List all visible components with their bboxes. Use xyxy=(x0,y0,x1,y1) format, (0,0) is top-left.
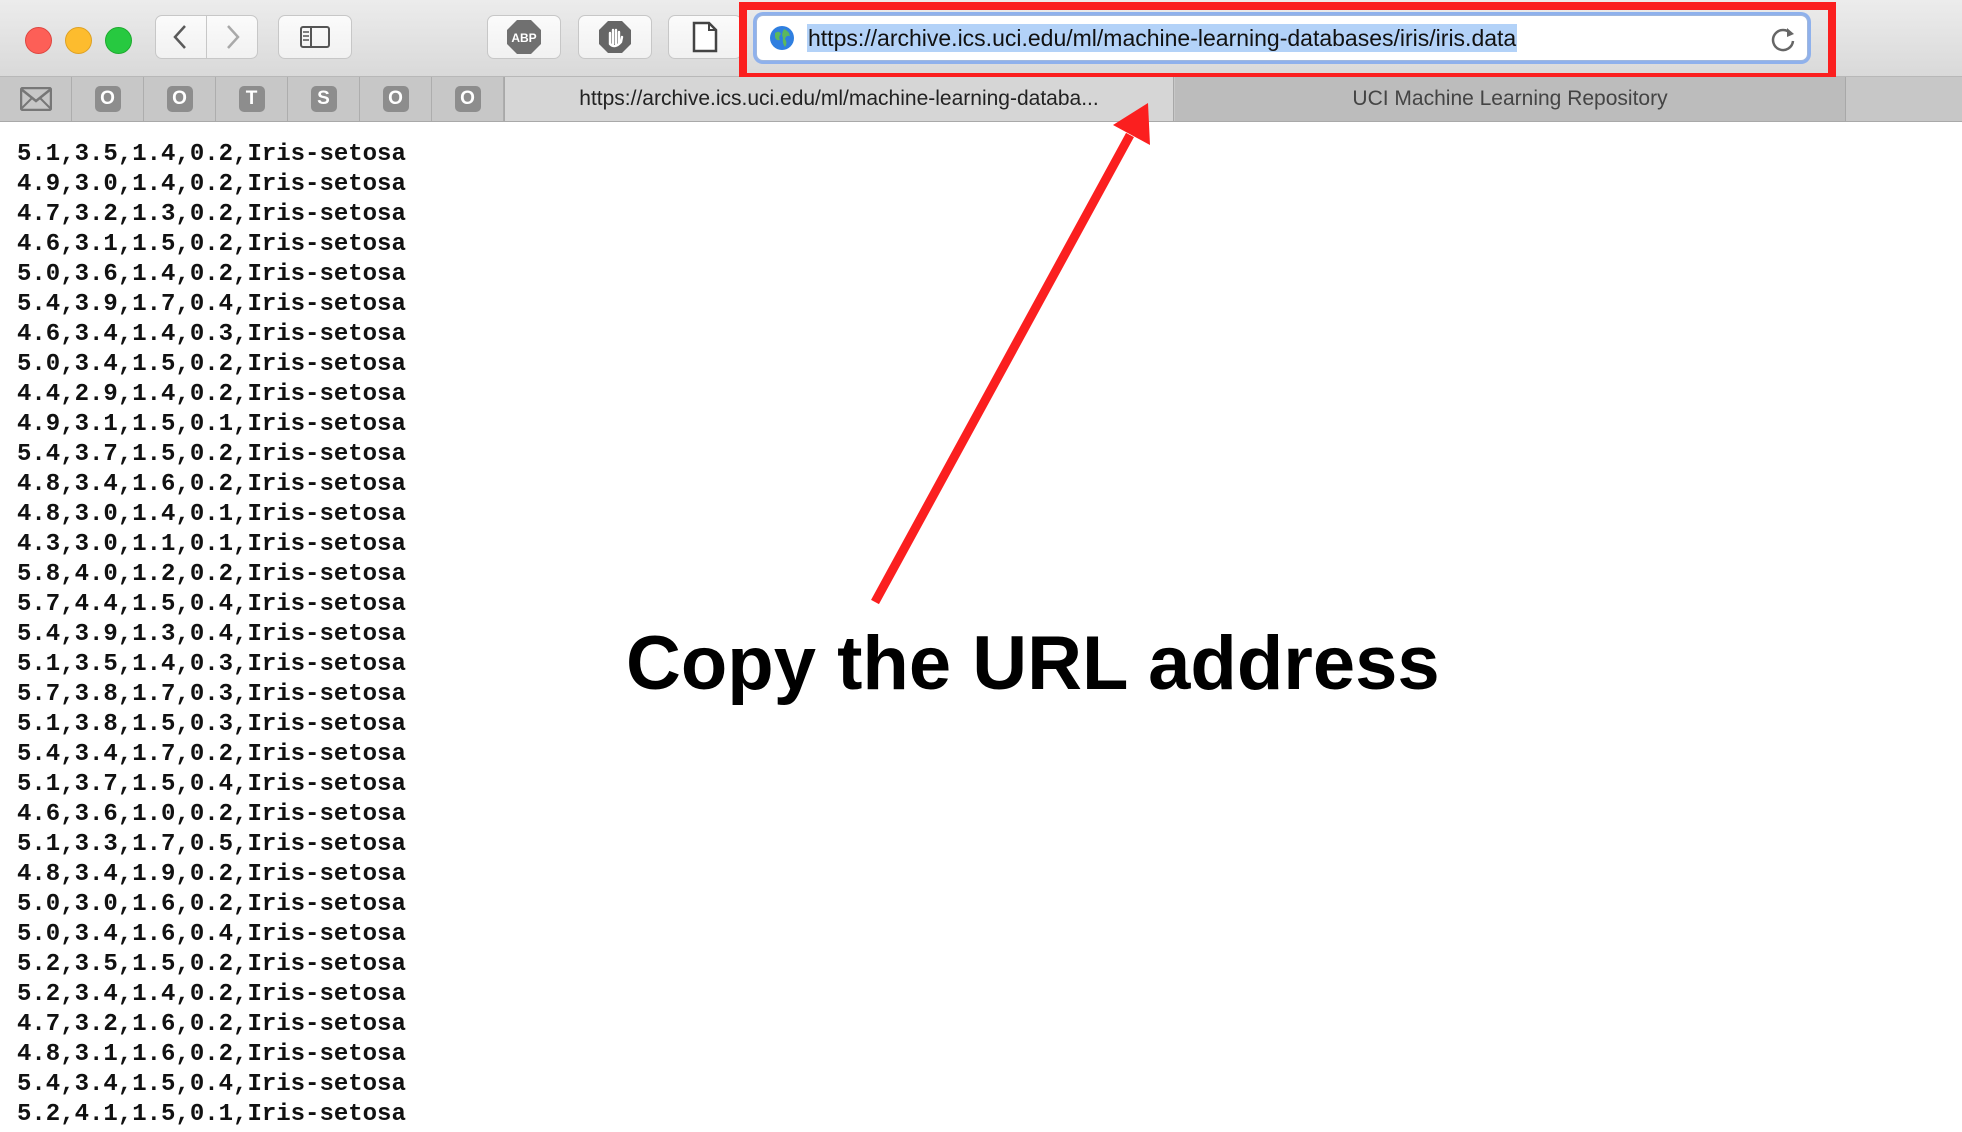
adblock-plus-button[interactable]: ABP xyxy=(487,15,561,59)
tab-iris-data[interactable]: https://archive.ics.uci.edu/ml/machine-l… xyxy=(504,77,1174,121)
data-line: 5.2,3.5,1.5,0.2,Iris-setosa xyxy=(17,951,406,978)
bookmark-glyph: O xyxy=(382,86,409,112)
data-line: 5.1,3.5,1.4,0.3,Iris-setosa xyxy=(17,651,406,678)
adblock-plus-icon: ABP xyxy=(507,20,541,54)
svg-text:ABP: ABP xyxy=(511,31,536,45)
back-button[interactable] xyxy=(155,15,207,59)
data-line: 4.8,3.4,1.9,0.2,Iris-setosa xyxy=(17,861,406,888)
reader-button[interactable] xyxy=(668,15,742,59)
address-bar-highlight-box xyxy=(739,2,1836,81)
page-content: 5.1,3.5,1.4,0.2,Iris-setosa 4.9,3.0,1.4,0… xyxy=(17,140,406,1130)
data-line: 5.4,3.7,1.5,0.2,Iris-setosa xyxy=(17,441,406,468)
tab-label: https://archive.ics.uci.edu/ml/machine-l… xyxy=(579,87,1099,110)
data-line: 5.4,3.9,1.7,0.4,Iris-setosa xyxy=(17,291,406,318)
data-line: 5.8,4.0,1.2,0.2,Iris-setosa xyxy=(17,561,406,588)
data-line: 5.0,3.4,1.6,0.4,Iris-setosa xyxy=(17,921,406,948)
bookmark-glyph: O xyxy=(166,86,193,112)
annotation-caption: Copy the URL address xyxy=(626,621,1440,706)
bookmark-item[interactable]: S xyxy=(288,77,360,121)
bookmark-mail[interactable] xyxy=(0,77,72,121)
bookmark-item[interactable]: O xyxy=(72,77,144,121)
data-line: 5.0,3.0,1.6,0.2,Iris-setosa xyxy=(17,891,406,918)
data-line: 5.4,3.9,1.3,0.4,Iris-setosa xyxy=(17,621,406,648)
bookmark-item[interactable]: O xyxy=(432,77,504,121)
data-line: 5.7,4.4,1.5,0.4,Iris-setosa xyxy=(17,591,406,618)
data-line: 4.3,3.0,1.1,0.1,Iris-setosa xyxy=(17,531,406,558)
data-line: 4.4,2.9,1.4,0.2,Iris-setosa xyxy=(17,381,406,408)
sidebar-icon xyxy=(300,26,330,48)
data-line: 4.6,3.6,1.0,0.2,Iris-setosa xyxy=(17,801,406,828)
data-line: 4.6,3.1,1.5,0.2,Iris-setosa xyxy=(17,231,406,258)
data-line: 4.6,3.4,1.4,0.3,Iris-setosa xyxy=(17,321,406,348)
zoom-window-button[interactable] xyxy=(105,27,132,54)
data-line: 4.8,3.1,1.6,0.2,Iris-setosa xyxy=(17,1041,406,1068)
data-line: 5.4,3.4,1.5,0.4,Iris-setosa xyxy=(17,1071,406,1098)
forward-button[interactable] xyxy=(206,15,258,59)
bookmark-item[interactable]: T xyxy=(216,77,288,121)
bookmark-item[interactable]: O xyxy=(144,77,216,121)
chevron-left-icon xyxy=(173,25,186,49)
minimize-window-button[interactable] xyxy=(65,27,92,54)
document-icon xyxy=(692,21,718,53)
data-line: 4.8,3.0,1.4,0.1,Iris-setosa xyxy=(17,501,406,528)
data-line: 5.7,3.8,1.7,0.3,Iris-setosa xyxy=(17,681,406,708)
bookmark-glyph: S xyxy=(310,86,337,112)
ublock-button[interactable] xyxy=(578,15,652,59)
data-line: 5.1,3.3,1.7,0.5,Iris-setosa xyxy=(17,831,406,858)
data-line: 5.2,4.1,1.5,0.1,Iris-setosa xyxy=(17,1101,406,1128)
envelope-icon xyxy=(19,87,52,111)
data-line: 4.7,3.2,1.6,0.2,Iris-setosa xyxy=(17,1011,406,1038)
data-line: 5.4,3.4,1.7,0.2,Iris-setosa xyxy=(17,741,406,768)
data-line: 4.8,3.4,1.6,0.2,Iris-setosa xyxy=(17,471,406,498)
data-line: 4.9,3.0,1.4,0.2,Iris-setosa xyxy=(17,171,406,198)
data-line: 4.7,3.2,1.3,0.2,Iris-setosa xyxy=(17,201,406,228)
data-line: 5.1,3.5,1.4,0.2,Iris-setosa xyxy=(17,141,406,168)
bookmark-item[interactable]: O xyxy=(360,77,432,121)
data-line: 5.2,3.4,1.4,0.2,Iris-setosa xyxy=(17,981,406,1008)
bookmark-glyph: O xyxy=(94,86,121,112)
sidebar-toggle-button[interactable] xyxy=(278,15,352,59)
tab-uci-repository[interactable]: UCI Machine Learning Repository xyxy=(1175,77,1846,121)
data-line: 5.1,3.7,1.5,0.4,Iris-setosa xyxy=(17,771,406,798)
data-line: 5.0,3.6,1.4,0.2,Iris-setosa xyxy=(17,261,406,288)
bookmarks-and-tabs-bar: O O T S O O https://archive.ics.uci.edu/… xyxy=(0,77,1962,122)
data-line: 4.9,3.1,1.5,0.1,Iris-setosa xyxy=(17,411,406,438)
close-window-button[interactable] xyxy=(25,27,52,54)
hand-stop-icon xyxy=(599,21,631,53)
tab-label: UCI Machine Learning Repository xyxy=(1352,87,1668,110)
arrow-shaft xyxy=(871,132,1134,605)
data-line: 5.0,3.4,1.5,0.2,Iris-setosa xyxy=(17,351,406,378)
data-line: 5.1,3.8,1.5,0.3,Iris-setosa xyxy=(17,711,406,738)
bookmark-glyph: O xyxy=(454,86,481,112)
chevron-right-icon xyxy=(227,25,240,49)
bookmark-glyph: T xyxy=(238,86,265,112)
